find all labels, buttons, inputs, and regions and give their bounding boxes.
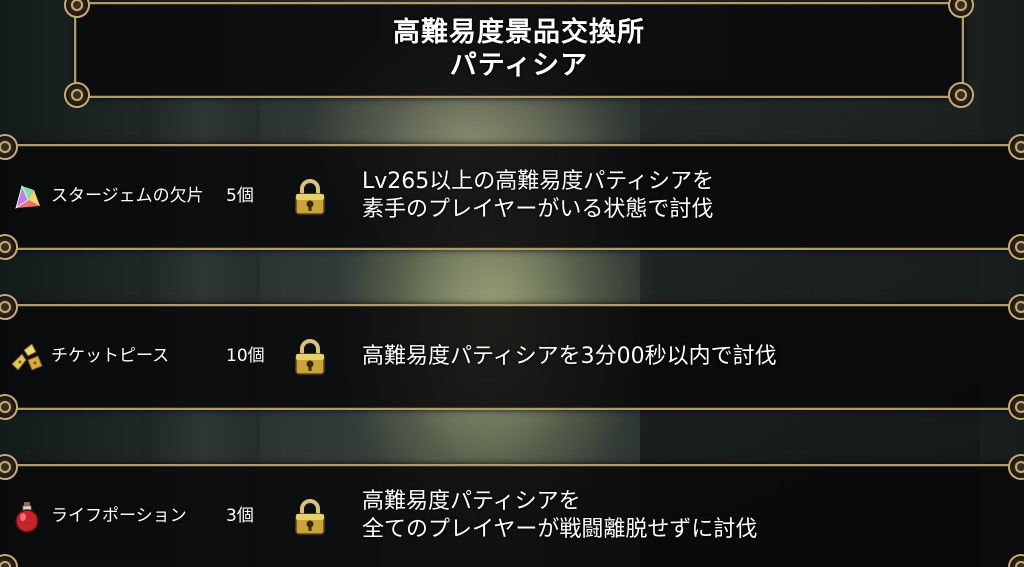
frame-corner-ornament	[64, 82, 90, 108]
title-line-1: 高難易度景品交換所	[393, 17, 645, 48]
reward-row-ticket-piece[interactable]: チケットピース 10個 高難易度パティシアを3分00秒以内で討伐	[0, 294, 1024, 420]
frame-corner-ornament	[0, 554, 18, 567]
frame-corner-ornament	[0, 394, 18, 420]
frame-corner-ornament	[1008, 134, 1024, 160]
item-name: スタージェムの欠片	[51, 186, 204, 206]
lock-icon	[295, 179, 325, 215]
frame-corner-ornament	[1008, 234, 1024, 260]
item-count: 10個	[226, 346, 265, 366]
exchange-screen: 高難易度景品交換所 パティシア スタージェムの欠片 5個 Lv265以上の高難易…	[0, 0, 1024, 567]
title-line-2: パティシア	[449, 50, 589, 81]
item-name: チケットピース	[51, 346, 170, 366]
frame-corner-ornament	[1008, 554, 1024, 567]
page-title: 高難易度景品交換所 パティシア	[76, 16, 962, 82]
condition-line-1: 高難易度パティシアを	[362, 489, 581, 514]
unlock-condition: 高難易度パティシアを 全てのプレイヤーが戦闘離脱せずに討伐	[362, 488, 757, 544]
title-panel: 高難易度景品交換所 パティシア	[64, 0, 974, 108]
item-name: ライフポーション	[51, 506, 187, 526]
item-count: 5個	[226, 186, 254, 206]
frame-corner-ornament	[0, 294, 18, 320]
lock-icon	[295, 339, 325, 375]
lock-icon	[295, 499, 325, 535]
condition-line-1: Lv265以上の高難易度パティシアを	[362, 169, 714, 194]
ticket-piece-icon	[11, 343, 43, 371]
frame-corner-ornament	[1008, 294, 1024, 320]
reward-row-star-gem[interactable]: スタージェムの欠片 5個 Lv265以上の高難易度パティシアを 素手のプレイヤー…	[0, 134, 1024, 260]
frame-corner-ornament	[1008, 394, 1024, 420]
condition-line-2: 全てのプレイヤーが戦闘離脱せずに討伐	[362, 517, 758, 542]
condition-line-1: 高難易度パティシアを3分00秒以内で討伐	[362, 344, 777, 369]
item-count: 3個	[226, 506, 254, 526]
frame-corner-ornament	[1008, 454, 1024, 480]
life-potion-icon	[15, 502, 39, 533]
reward-row-life-potion[interactable]: ライフポーション 3個 高難易度パティシアを 全てのプレイヤーが戦闘離脱せずに討…	[0, 454, 1024, 567]
star-gem-shard-icon	[15, 184, 40, 209]
frame-corner-ornament	[0, 454, 18, 480]
unlock-condition: 高難易度パティシアを3分00秒以内で討伐	[362, 343, 777, 371]
frame-corner-ornament	[948, 82, 974, 108]
unlock-condition: Lv265以上の高難易度パティシアを 素手のプレイヤーがいる状態で討伐	[362, 168, 714, 224]
frame-corner-ornament	[0, 134, 18, 160]
condition-line-2: 素手のプレイヤーがいる状態で討伐	[362, 197, 714, 222]
frame-corner-ornament	[0, 234, 18, 260]
